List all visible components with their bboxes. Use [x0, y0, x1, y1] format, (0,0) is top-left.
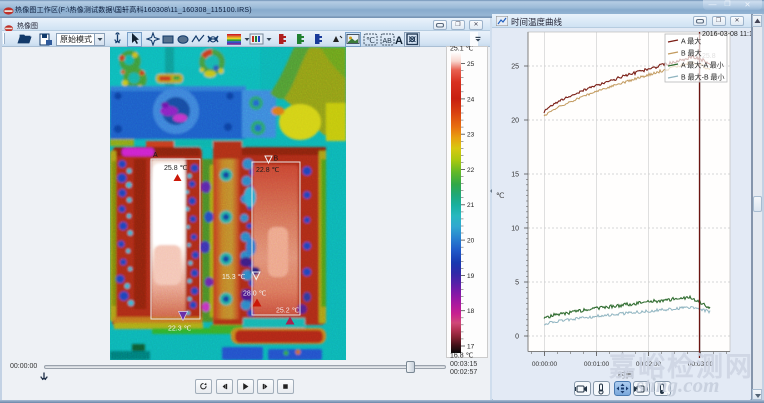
svg-text:AB: AB	[383, 38, 393, 45]
svg-text:19: 19	[467, 273, 475, 280]
svg-text:A 最大-A 最小: A 最大-A 最小	[681, 61, 724, 70]
svg-text:22.3 ℃: 22.3 ℃	[168, 326, 192, 333]
svg-text:℃: ℃	[496, 191, 505, 200]
svg-text:22: 22	[467, 167, 475, 174]
svg-text:A: A	[395, 35, 403, 46]
svg-text:B 最大: B 最大	[681, 49, 702, 58]
svg-text:25: 25	[511, 64, 519, 71]
svg-text:25: 25	[467, 61, 475, 68]
svg-text:20: 20	[467, 238, 475, 245]
svg-text:23: 23	[467, 132, 475, 139]
svg-text:28.0 ℃: 28.0 ℃	[243, 291, 267, 298]
svg-text:5: 5	[515, 280, 519, 287]
svg-text:B: B	[274, 156, 279, 163]
svg-text:18: 18	[467, 308, 475, 315]
svg-text:15.3 ℃: 15.3 ℃	[222, 274, 246, 281]
svg-text:℃: ℃	[366, 36, 375, 45]
svg-text:00:01:00: 00:01:00	[584, 361, 610, 368]
svg-text:25.8 ℃: 25.8 ℃	[164, 165, 188, 172]
svg-text:20: 20	[511, 118, 519, 125]
svg-text:2016-03-08 11:1: 2016-03-08 11:1	[702, 31, 751, 38]
svg-text:17: 17	[467, 343, 475, 350]
svg-text:21: 21	[467, 202, 475, 209]
svg-text:16.8 ℃: 16.8 ℃	[450, 353, 474, 359]
svg-text:A 最大: A 最大	[681, 37, 701, 46]
svg-text:22.8 ℃: 22.8 ℃	[256, 167, 280, 174]
svg-text:25.1 ℃: 25.1 ℃	[450, 46, 474, 53]
svg-text:25.2 ℃: 25.2 ℃	[276, 308, 300, 315]
svg-text:0: 0	[515, 334, 519, 341]
svg-text:B 最大-B 最小: B 最大-B 最小	[681, 73, 725, 82]
svg-text:24: 24	[467, 96, 475, 103]
svg-text:15: 15	[511, 172, 519, 179]
svg-text:A: A	[153, 152, 158, 159]
svg-text:10: 10	[511, 226, 519, 233]
svg-text:00:00:00: 00:00:00	[532, 361, 558, 368]
